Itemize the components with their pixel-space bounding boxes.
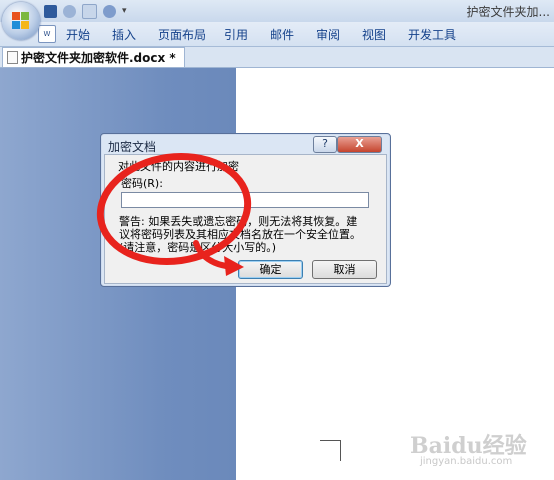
page-margin-corner <box>320 440 341 461</box>
close-button[interactable]: X <box>337 136 382 153</box>
undo-icon[interactable] <box>63 4 76 18</box>
tab-home[interactable]: 开始 <box>66 26 90 43</box>
tab-developer[interactable]: 开发工具 <box>408 26 456 43</box>
password-input[interactable] <box>121 192 369 208</box>
help-button[interactable]: ? <box>313 136 337 153</box>
print-preview-icon[interactable] <box>82 3 97 19</box>
section-label: 对此文件的内容进行加密 <box>118 160 239 173</box>
document-tab[interactable]: 护密文件夹加密软件.docx * <box>2 47 185 67</box>
word-icon: W <box>38 25 56 43</box>
cancel-button[interactable]: 取消 <box>312 260 377 279</box>
dialog-body: 对此文件的内容进行加密 密码(R): 警告: 如果丢失或遗忘密码，则无法将其恢复… <box>104 154 387 284</box>
quick-access-toolbar: ▾ <box>44 3 135 19</box>
tab-view[interactable]: 视图 <box>362 26 386 43</box>
password-label: 密码(R): <box>121 177 163 190</box>
tab-references[interactable]: 引用 <box>224 26 248 43</box>
ok-button[interactable]: 确定 <box>238 260 303 279</box>
encrypt-document-dialog: 加密文档 ? X 对此文件的内容进行加密 密码(R): 警告: 如果丢失或遗忘密… <box>100 133 391 287</box>
tab-mailings[interactable]: 邮件 <box>270 26 294 43</box>
document-tab-label: 护密文件夹加密软件.docx * <box>21 51 176 65</box>
tab-page-layout[interactable]: 页面布局 <box>158 26 206 43</box>
customize-qat-icon[interactable]: ▾ <box>122 5 135 18</box>
ribbon-tabs: W 开始 插入 页面布局 引用 邮件 审阅 视图 开发工具 <box>0 22 554 47</box>
office-button[interactable] <box>2 2 40 40</box>
dialog-title: 加密文档 <box>108 140 157 154</box>
tab-insert[interactable]: 插入 <box>112 26 136 43</box>
office-logo-icon <box>12 12 30 30</box>
window-title: 护密文件夹加... <box>466 5 550 19</box>
document-tab-strip: 护密文件夹加密软件.docx * <box>0 47 554 68</box>
save-icon[interactable] <box>44 4 57 18</box>
baidu-watermark-url: jingyan.baidu.com <box>420 456 513 467</box>
warning-line-3: (请注意，密码是区分大小写的。) <box>119 241 277 254</box>
redo-icon[interactable] <box>103 4 116 18</box>
tab-review[interactable]: 审阅 <box>316 26 340 43</box>
document-icon <box>7 51 18 64</box>
